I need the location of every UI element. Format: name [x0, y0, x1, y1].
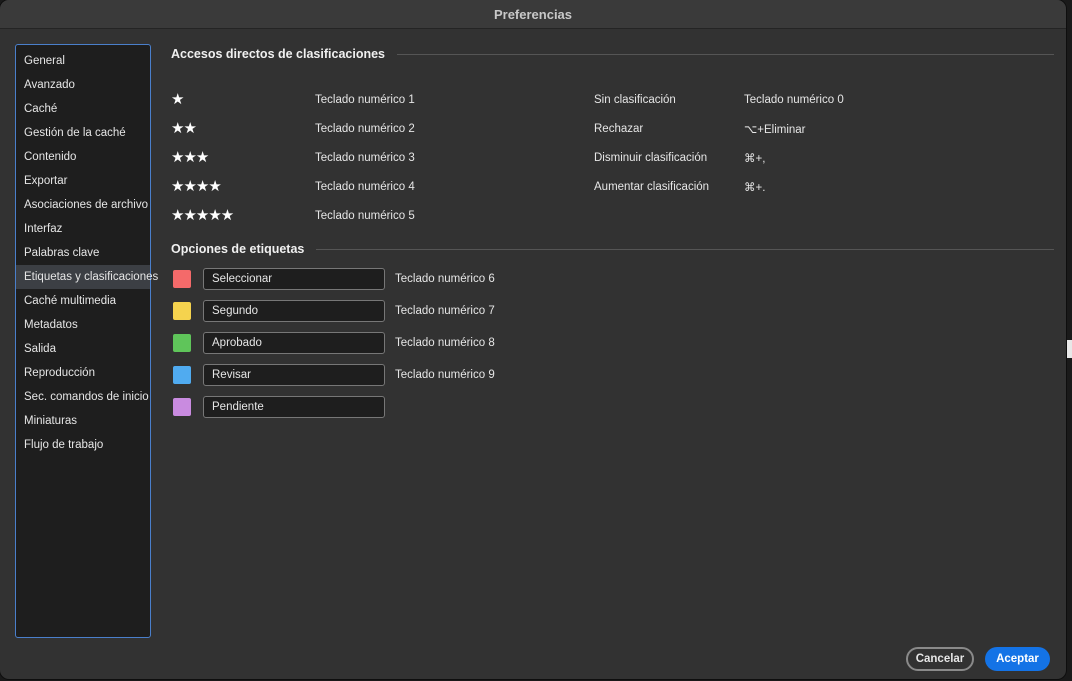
sidebar-item-etiquetas[interactable]: Etiquetas y clasificaciones [16, 265, 158, 289]
label-color-swatch [173, 398, 191, 416]
sidebar-item-palabras-clave[interactable]: Palabras clave [16, 241, 150, 265]
stars-5-icon: ★★★★★ [171, 207, 234, 224]
no-rating-label: Sin clasificación [594, 94, 676, 106]
label-row-pendiente [171, 395, 1054, 419]
sidebar-item-contenido[interactable]: Contenido [16, 145, 150, 169]
preferences-sidebar: General Avanzado Caché Gestión de la cac… [15, 44, 158, 638]
sidebar-item-asociaciones[interactable]: Asociaciones de archivo [16, 193, 150, 217]
ratings-grid: ★ Teclado numérico 1 Sin clasificación T… [171, 64, 1054, 224]
preferences-window: Preferencias General Avanzado Caché Gest… [0, 0, 1066, 679]
cancel-button[interactable]: Cancelar [906, 647, 974, 671]
rating-row-5: ★★★★★ Teclado numérico 5 [171, 208, 1054, 224]
labels-section-header: Opciones de etiquetas [171, 239, 1054, 259]
increase-rating-shortcut: ⌘+. [744, 182, 766, 194]
sidebar-item-reproduccion[interactable]: Reproducción [16, 361, 150, 385]
reject-shortcut: ⌥+Eliminar [744, 124, 806, 136]
rating-row-2: ★★ Teclado numérico 2 Rechazar ⌥+Elimina… [171, 121, 1054, 137]
sidebar-item-flujo-trabajo[interactable]: Flujo de trabajo [16, 433, 150, 457]
label-color-swatch [173, 302, 191, 320]
label-row-segundo: Teclado numérico 7 [171, 299, 1054, 323]
title-bar[interactable]: Preferencias [0, 0, 1066, 29]
label-color-swatch [173, 270, 191, 288]
label-name-input[interactable] [203, 268, 385, 290]
label-row-seleccionar: Teclado numérico 6 [171, 267, 1054, 291]
preferences-content: Accesos directos de clasificaciones ★ Te… [171, 44, 1054, 427]
ratings-section-title: Accesos directos de clasificaciones [171, 47, 385, 61]
rating-2-shortcut: Teclado numérico 2 [315, 123, 415, 135]
stars-4-icon: ★★★★ [171, 178, 222, 195]
label-color-swatch [173, 366, 191, 384]
window-title: Preferencias [493, 6, 573, 22]
rating-5-shortcut: Teclado numérico 5 [315, 210, 415, 222]
sidebar-item-exportar[interactable]: Exportar [16, 169, 150, 193]
section-divider [397, 53, 1054, 55]
rating-3-shortcut: Teclado numérico 3 [315, 152, 415, 164]
stars-1-icon: ★ [171, 91, 184, 108]
sidebar-item-avanzado[interactable]: Avanzado [16, 73, 150, 97]
label-name-input[interactable] [203, 364, 385, 386]
sidebar-item-cache[interactable]: Caché [16, 97, 150, 121]
label-name-input[interactable] [203, 300, 385, 322]
label-row-revisar: Teclado numérico 9 [171, 363, 1054, 387]
ok-button[interactable]: Aceptar [985, 647, 1050, 671]
label-color-swatch [173, 334, 191, 352]
no-rating-shortcut: Teclado numérico 0 [744, 94, 844, 106]
rating-row-4: ★★★★ Teclado numérico 4 Aumentar clasifi… [171, 179, 1054, 195]
section-divider [316, 248, 1054, 250]
sidebar-item-sec-comandos[interactable]: Sec. comandos de inicio [16, 385, 150, 409]
sidebar-item-miniaturas[interactable]: Miniaturas [16, 409, 150, 433]
reject-label: Rechazar [594, 123, 644, 135]
sidebar-item-cache-multimedia[interactable]: Caché multimedia [16, 289, 150, 313]
sidebar-item-salida[interactable]: Salida [16, 337, 150, 361]
label-name-input[interactable] [203, 396, 385, 418]
sidebar-item-gestion-cache[interactable]: Gestión de la caché [16, 121, 150, 145]
label-shortcut: Teclado numérico 6 [395, 273, 495, 285]
sidebar-item-metadatos[interactable]: Metadatos [16, 313, 150, 337]
label-row-aprobado: Teclado numérico 8 [171, 331, 1054, 355]
decrease-rating-label: Disminuir clasificación [594, 152, 708, 164]
sidebar-item-interfaz[interactable]: Interfaz [16, 217, 150, 241]
labels-list: Teclado numérico 6 Teclado numérico 7 Te… [171, 267, 1054, 419]
label-shortcut: Teclado numérico 7 [395, 305, 495, 317]
ratings-section-header: Accesos directos de clasificaciones [171, 44, 1054, 64]
label-name-input[interactable] [203, 332, 385, 354]
labels-section-title: Opciones de etiquetas [171, 242, 305, 256]
rating-row-3: ★★★ Teclado numérico 3 Disminuir clasifi… [171, 150, 1054, 166]
rating-row-1: ★ Teclado numérico 1 Sin clasificación T… [171, 92, 1054, 108]
rating-1-shortcut: Teclado numérico 1 [315, 94, 415, 106]
stars-2-icon: ★★ [171, 120, 197, 137]
decrease-rating-shortcut: ⌘+, [744, 153, 766, 165]
sidebar-item-general[interactable]: General [16, 49, 150, 73]
stars-3-icon: ★★★ [171, 149, 209, 166]
increase-rating-label: Aumentar clasificación [594, 181, 710, 193]
label-shortcut: Teclado numérico 8 [395, 337, 495, 349]
rating-4-shortcut: Teclado numérico 4 [315, 181, 415, 193]
background-window-edge [1067, 340, 1072, 358]
label-shortcut: Teclado numérico 9 [395, 369, 495, 381]
